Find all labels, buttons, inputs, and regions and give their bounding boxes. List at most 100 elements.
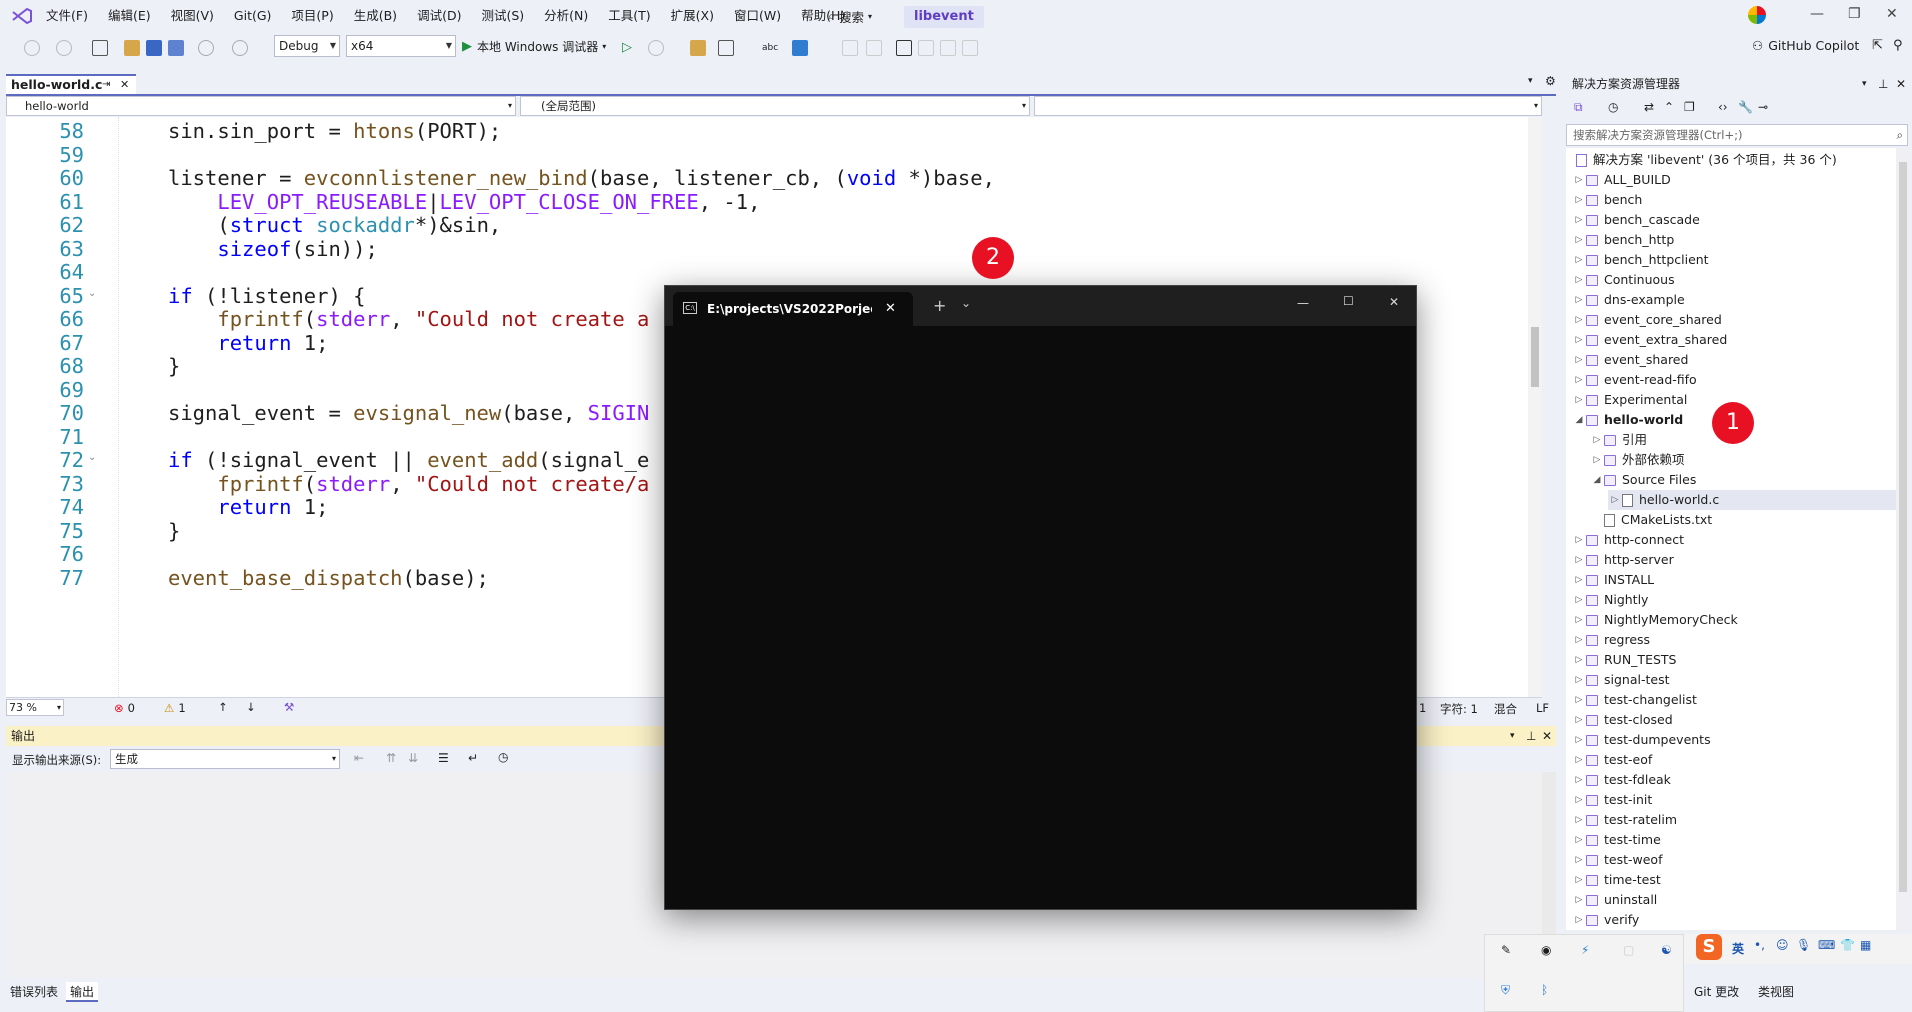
collapsed-arrow-icon[interactable]: ▷ — [1572, 570, 1586, 590]
sogou-icon[interactable]: S — [1696, 934, 1722, 960]
menu-item[interactable]: Git(G) — [224, 0, 282, 32]
collapsed-arrow-icon[interactable]: ▷ — [1572, 370, 1586, 390]
menu-item[interactable]: 调试(D) — [407, 0, 471, 32]
visual-studio-logo-icon[interactable] — [12, 8, 32, 24]
network-icon[interactable]: ⚡ — [1581, 943, 1589, 957]
tree-item[interactable]: ▷ bench — [1572, 190, 1643, 210]
tree-item[interactable]: ▷ INSTALL — [1572, 570, 1655, 590]
collapsed-arrow-icon[interactable]: ▷ — [1572, 730, 1586, 750]
collapsed-arrow-icon[interactable]: ▷ — [1572, 870, 1586, 890]
prev-issue-icon[interactable]: ↑ — [218, 700, 228, 714]
error-count[interactable]: ⊗ 0 — [114, 701, 135, 715]
collapsed-arrow-icon[interactable]: ▷ — [1572, 290, 1586, 310]
collapsed-arrow-icon[interactable]: ▷ — [1590, 430, 1604, 450]
preview-icon[interactable]: ‹› — [1718, 100, 1728, 114]
collapsed-arrow-icon[interactable]: ▷ — [1572, 190, 1586, 210]
collapsed-arrow-icon[interactable]: ▷ — [1572, 710, 1586, 730]
pen-icon[interactable]: ✎ — [1501, 943, 1511, 957]
save-icon[interactable] — [146, 40, 162, 56]
collapsed-arrow-icon[interactable]: ▷ — [1572, 250, 1586, 270]
scope-dropdown[interactable]: (全局范围) ▾ — [520, 96, 1030, 116]
collapsed-arrow-icon[interactable]: ▷ — [1572, 750, 1586, 770]
tree-item[interactable]: ▷ NightlyMemoryCheck — [1572, 610, 1738, 630]
solution-search-input[interactable]: 搜索解决方案资源管理器(Ctrl+;) ⌕ — [1566, 124, 1908, 146]
tree-item[interactable]: ▷ test-init — [1572, 790, 1653, 810]
next-issue-icon[interactable]: ↓ — [246, 700, 256, 714]
zoom-select[interactable]: 73 % ▾ — [6, 699, 64, 716]
collapsed-arrow-icon[interactable]: ▷ — [1572, 330, 1586, 350]
member-dropdown[interactable]: ▾ — [1034, 96, 1542, 116]
pending-changes-icon[interactable]: ◷ — [1608, 100, 1618, 114]
tab-hello-world-c[interactable]: hello-world.c ⇥ ✕ — [6, 74, 136, 94]
collapsed-arrow-icon[interactable]: ▷ — [1572, 590, 1586, 610]
maximize-icon[interactable]: ☐ — [1343, 294, 1354, 308]
punctuation-icon[interactable]: •, — [1754, 938, 1765, 952]
properties-icon[interactable]: 🔧 — [1738, 100, 1753, 114]
menu-item[interactable]: 视图(V) — [161, 0, 224, 32]
save-all-icon[interactable] — [168, 40, 184, 56]
tree-item[interactable]: ◢ hello-world — [1572, 410, 1684, 430]
new-tab-icon[interactable]: + — [933, 296, 946, 315]
steam-icon[interactable]: ◉ — [1541, 943, 1551, 957]
skin-icon[interactable]: 👕 — [1840, 938, 1855, 952]
warning-count[interactable]: ⚠ 1 — [164, 701, 186, 715]
tree-item[interactable]: ◢ Source Files — [1590, 470, 1697, 490]
tree-item[interactable]: ▷ uninstall — [1572, 890, 1658, 910]
tree-item[interactable]: ▷ verify — [1572, 910, 1640, 930]
output-source-select[interactable]: 生成 ▾ — [110, 749, 340, 769]
solution-tree-scrollbar[interactable] — [1896, 148, 1910, 930]
collapsed-arrow-icon[interactable]: ▷ — [1572, 310, 1586, 330]
collapsed-arrow-icon[interactable]: ▷ — [1572, 390, 1586, 410]
redo-icon[interactable] — [232, 40, 248, 56]
collapsed-arrow-icon[interactable]: ▷ — [1572, 770, 1586, 790]
config-select[interactable]: Debug ▼ — [274, 35, 340, 57]
forward-icon[interactable] — [56, 40, 72, 56]
collapse-all-icon[interactable]: ⌃ — [1664, 100, 1674, 114]
close-icon[interactable]: ✕ — [1389, 295, 1399, 309]
collapsed-arrow-icon[interactable]: ▷ — [1572, 650, 1586, 670]
github-copilot-button[interactable]: ⚇ GitHub Copilot — [1752, 38, 1859, 53]
tree-item[interactable]: CMakeLists.txt — [1590, 510, 1712, 530]
tree-item[interactable]: ▷ test-time — [1572, 830, 1661, 850]
emoji-icon[interactable]: ☺ — [1776, 938, 1789, 952]
collapsed-arrow-icon[interactable]: ▷ — [1572, 890, 1586, 910]
line-ending[interactable]: LF — [1536, 701, 1549, 715]
voice-icon[interactable]: 🎙 — [1796, 938, 1811, 952]
bookmark-icon[interactable] — [896, 40, 912, 56]
tree-item[interactable]: ▷ test-closed — [1572, 710, 1673, 730]
class-view-tab[interactable]: 类视图 — [1754, 982, 1798, 1002]
git-changes-tab[interactable]: Git 更改 — [1690, 982, 1743, 1002]
collapsed-arrow-icon[interactable]: ▷ — [1572, 350, 1586, 370]
collapsed-arrow-icon[interactable]: ▷ — [1572, 550, 1586, 570]
collapsed-arrow-icon[interactable]: ▷ — [1572, 210, 1586, 230]
tree-item[interactable]: ▷ 外部依赖项 — [1590, 450, 1685, 470]
panel-menu-icon[interactable]: ▾ — [1862, 74, 1867, 94]
menu-item[interactable]: 编辑(E) — [98, 0, 161, 32]
find-message-icon[interactable]: ⇤ — [354, 751, 364, 765]
close-icon[interactable]: ✕ — [1542, 726, 1552, 746]
tree-item[interactable]: ▷ RUN_TESTS — [1572, 650, 1677, 670]
tree-item[interactable]: ▷ ALL_BUILD — [1572, 170, 1671, 190]
tree-item[interactable]: ▷ dns-example — [1572, 290, 1685, 310]
collapsed-arrow-icon[interactable]: ▷ — [1572, 630, 1586, 650]
pin-icon[interactable]: ⇥ — [102, 76, 110, 94]
timestamp-icon[interactable]: ◷ — [498, 750, 508, 764]
uncomment-icon[interactable] — [866, 40, 882, 56]
layout-icon[interactable] — [718, 40, 734, 56]
search-box[interactable]: ⌕ 搜索 ▾ — [828, 6, 872, 26]
defender-icon[interactable]: ⛨ — [1501, 983, 1510, 998]
undo-icon[interactable] — [198, 40, 214, 56]
menu-item[interactable]: 分析(N) — [534, 0, 598, 32]
menu-item[interactable]: 生成(B) — [344, 0, 407, 32]
panel-menu-icon[interactable]: ▾ — [1510, 726, 1515, 746]
tree-item[interactable]: ▷ test-weof — [1572, 850, 1663, 870]
feedback-icon[interactable]: ⚲ — [1893, 38, 1903, 53]
close-tab-icon[interactable]: ✕ — [885, 292, 896, 326]
terminal-tab[interactable]: C:\ E:\projects\VS2022Porjects\CP ✕ — [673, 292, 913, 326]
tree-item[interactable]: ▷ test-dumpevents — [1572, 730, 1711, 750]
next-bookmark-icon[interactable] — [940, 40, 956, 56]
toolbox-icon[interactable]: ▦ — [1860, 938, 1871, 952]
collapsed-arrow-icon[interactable]: ▷ — [1572, 230, 1586, 250]
collapsed-arrow-icon[interactable]: ▷ — [1572, 530, 1586, 550]
collapsed-arrow-icon[interactable]: ▷ — [1572, 830, 1586, 850]
